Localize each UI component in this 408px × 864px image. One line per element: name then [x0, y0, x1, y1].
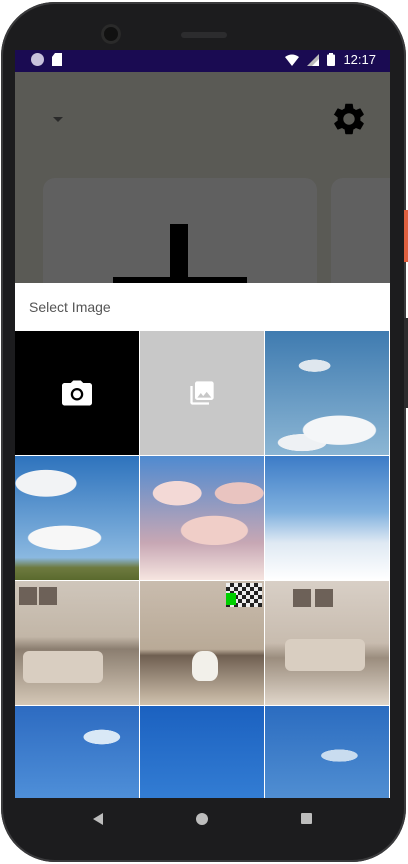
notification-circle-icon: [31, 53, 44, 66]
dropdown-arrow-icon[interactable]: [53, 117, 63, 122]
green-marker: [226, 593, 236, 605]
image-thumbnail-living-room[interactable]: [15, 581, 139, 705]
status-time: 12:17: [343, 52, 376, 67]
gallery-tile[interactable]: [140, 331, 264, 455]
signal-icon: [307, 53, 320, 66]
camera-icon: [62, 380, 92, 406]
image-thumbnail-above-clouds[interactable]: [265, 456, 389, 580]
image-thumbnail-sky-clouds-landscape[interactable]: [15, 456, 139, 580]
image-thumbnail-pink-clouds[interactable]: [140, 456, 264, 580]
image-thumbnail-blue-sky[interactable]: [15, 706, 139, 798]
earpiece-speaker: [181, 32, 227, 38]
screen: 12:17 Select Image: [15, 50, 390, 798]
wifi-icon: [285, 54, 300, 66]
photo-library-icon: [190, 381, 214, 405]
dog-shape: [192, 651, 218, 681]
sofa-shape: [285, 639, 365, 671]
camera-tile[interactable]: [15, 331, 139, 455]
sd-card-icon: [52, 53, 62, 66]
front-camera-icon: [101, 24, 121, 44]
battery-icon: [327, 53, 336, 66]
status-bar: 12:17: [15, 50, 390, 72]
recents-icon[interactable]: [301, 813, 312, 824]
power-button: [404, 210, 408, 262]
image-card-partial[interactable]: [331, 178, 390, 298]
sofa-shape: [23, 651, 103, 683]
volume-button: [404, 318, 408, 408]
back-icon[interactable]: [93, 813, 103, 825]
home-icon[interactable]: [196, 813, 208, 825]
settings-gear-icon[interactable]: [330, 100, 368, 138]
wall-panel: [293, 589, 311, 607]
image-thumbnail-deep-blue-sky[interactable]: [140, 706, 264, 798]
image-thumbnail-sky-clouds[interactable]: [265, 331, 389, 455]
sheet-title: Select Image: [15, 283, 390, 331]
image-thumbnail-living-room-2[interactable]: [265, 581, 389, 705]
navigation-bar: [15, 798, 390, 842]
image-thumbnail-blue-sky-2[interactable]: [265, 706, 389, 798]
wall-panel: [19, 587, 37, 605]
app-background-scrim: [15, 72, 390, 298]
image-thumbnail-room-with-dog[interactable]: [140, 581, 264, 705]
image-grid: [15, 331, 390, 798]
wall-panel: [39, 587, 57, 605]
wall-panel: [315, 589, 333, 607]
